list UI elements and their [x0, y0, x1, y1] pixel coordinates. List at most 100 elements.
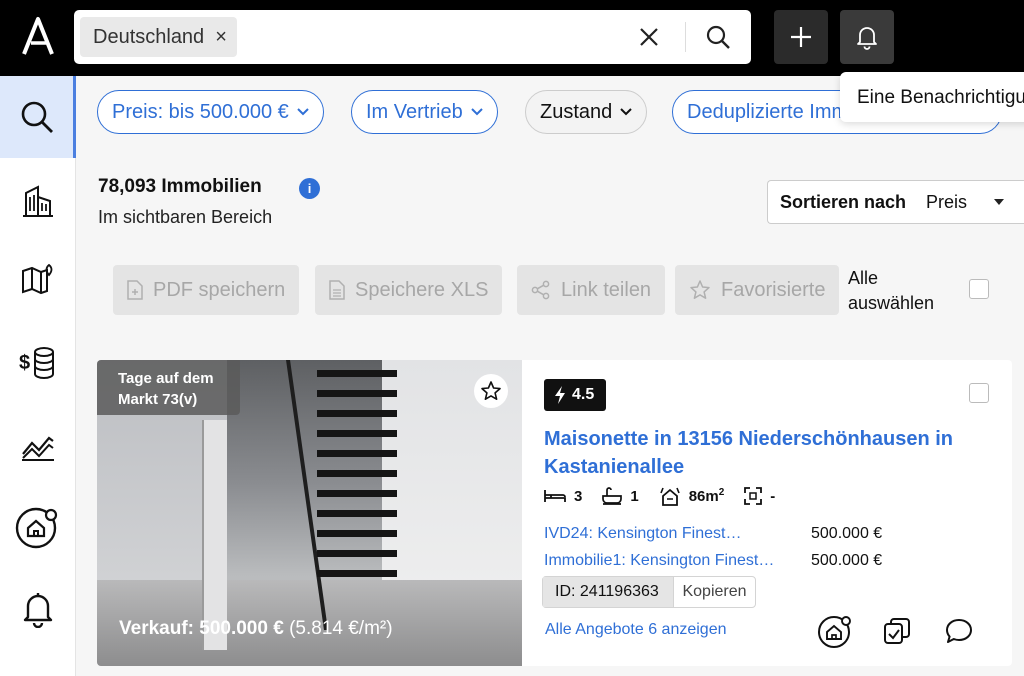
filter-condition[interactable]: Zustand	[525, 90, 648, 134]
location-chip[interactable]: Deutschland ×	[80, 17, 237, 57]
favorites-button[interactable]: Favorisierte	[675, 265, 840, 315]
photo-stair-step	[317, 370, 397, 377]
sidebar-item-finance[interactable]: $	[0, 322, 76, 404]
filter-price-label: Preis: bis 500.000 €	[112, 100, 289, 123]
source-link-ivd24[interactable]: IVD24: Kensington Finest…	[544, 525, 741, 543]
photo-stair-step	[317, 550, 397, 557]
top-bar: Deutschland ×	[0, 0, 1024, 76]
listing-features: 3 1 86m2 -	[544, 486, 795, 506]
map-icon	[22, 263, 53, 295]
area-icon	[659, 487, 680, 506]
notification-popup[interactable]: Eine Benachrichtigung	[840, 72, 1024, 122]
bell-icon	[23, 593, 53, 628]
search-icon	[21, 101, 53, 133]
plot-icon	[744, 487, 763, 505]
feature-bathrooms: 1	[602, 487, 639, 505]
chart-icon	[22, 436, 54, 461]
source-price-immobilie1: 500.000 €	[811, 552, 883, 569]
caret-down-icon	[994, 194, 1004, 208]
score-value: 4.5	[572, 386, 595, 403]
listing-price-per-sqm: (5.814 €/m²)	[289, 618, 393, 639]
photo-door	[202, 420, 227, 650]
score-badge: 4.5	[544, 379, 607, 411]
chip-remove-icon[interactable]: ×	[215, 26, 227, 49]
select-all-checkbox[interactable]	[969, 279, 989, 299]
listing-checkbox[interactable]	[969, 383, 989, 403]
share-icon	[531, 280, 550, 300]
photo-stair-step	[317, 570, 397, 577]
listing-title[interactable]: Maisonette in 13156 Niederschönhausen in…	[544, 425, 974, 481]
bolt-icon	[555, 386, 565, 404]
building-icon	[23, 185, 53, 217]
filter-status-label: Im Vertrieb	[366, 100, 463, 123]
photo-stair-step	[317, 450, 397, 457]
notifications-button[interactable]	[840, 10, 894, 64]
filter-status[interactable]: Im Vertrieb	[351, 90, 498, 134]
sidebar-item-home-valuation[interactable]	[0, 486, 76, 568]
star-icon	[481, 381, 501, 400]
filter-condition-label: Zustand	[540, 100, 613, 123]
sidebar-item-alerts[interactable]	[0, 568, 76, 650]
logo-icon[interactable]	[20, 16, 56, 56]
sort-value: Preis	[926, 191, 968, 212]
filter-price[interactable]: Preis: bis 500.000 €	[97, 90, 324, 134]
all-offers-link[interactable]: Alle Angebote 6 anzeigen	[545, 621, 726, 639]
star-icon	[690, 280, 710, 299]
bathrooms-value: 1	[630, 487, 639, 505]
save-pdf-label: PDF speichern	[153, 278, 286, 301]
search-icon	[706, 25, 730, 49]
favorite-button[interactable]	[474, 374, 508, 408]
share-link-button[interactable]: Link teilen	[517, 265, 666, 315]
file-xls-icon	[329, 280, 345, 300]
valuation-button[interactable]	[817, 613, 853, 649]
sidebar-item-map[interactable]	[0, 239, 76, 321]
search-button[interactable]	[702, 21, 734, 53]
money-stack-icon: $	[19, 347, 54, 379]
search-bar[interactable]: Deutschland ×	[74, 10, 751, 64]
save-xls-button[interactable]: Speichere XLS	[315, 265, 503, 315]
svg-text:$: $	[19, 352, 30, 374]
sidebar-item-analytics[interactable]	[0, 405, 76, 487]
chevron-down-icon	[470, 105, 483, 119]
sidebar: $	[0, 76, 76, 676]
photo-stair-step	[317, 410, 397, 417]
sort-select[interactable]: Sortieren nach Preis	[767, 180, 1024, 224]
listing-photo[interactable]: Tage auf dem Markt 73(v) Verkauf: 500.00…	[97, 360, 522, 666]
area-number: 86m	[688, 488, 719, 505]
bath-icon	[602, 487, 623, 505]
sidebar-item-buildings[interactable]	[0, 160, 76, 242]
source-link-immobilie1[interactable]: Immobilie1: Kensington Finest…	[544, 552, 774, 570]
search-divider	[685, 22, 686, 52]
listing-id-box: ID: 241196363 Kopieren	[542, 576, 756, 608]
feature-area: 86m2	[659, 486, 725, 506]
photo-stair-step	[317, 530, 397, 537]
feature-bedrooms: 3	[544, 488, 582, 505]
comment-button[interactable]	[941, 613, 977, 649]
photo-stair-step	[317, 470, 397, 477]
sidebar-item-search[interactable]	[0, 76, 76, 158]
home-badge-icon	[818, 616, 851, 648]
results-count: 78,093 Immobilien	[98, 176, 262, 197]
select-all-line2: auswählen	[848, 293, 935, 313]
listing-card[interactable]: Tage auf dem Markt 73(v) Verkauf: 500.00…	[97, 360, 1012, 666]
chevron-down-icon	[297, 105, 309, 119]
photo-stair-step	[317, 430, 397, 437]
listing-price-value: Verkauf: 500.000 €	[119, 618, 284, 639]
area-value: 86m2	[689, 487, 725, 505]
copy-check-icon	[884, 618, 910, 644]
copy-id-button[interactable]: Kopieren	[673, 577, 755, 607]
add-button[interactable]	[774, 10, 828, 64]
info-icon[interactable]: i	[299, 178, 320, 199]
save-pdf-button[interactable]: PDF speichern	[113, 265, 300, 315]
clear-search-button[interactable]	[634, 22, 664, 52]
chevron-down-icon	[620, 105, 632, 119]
home-badge-icon	[15, 507, 58, 549]
select-all-label: Alle auswählen	[848, 266, 934, 316]
source-price-ivd24: 500.000 €	[811, 525, 883, 542]
feature-plot: -	[744, 487, 775, 505]
bed-icon	[544, 490, 566, 502]
compare-button[interactable]	[879, 613, 915, 649]
bell-icon	[857, 27, 877, 50]
photo-stair-step	[317, 490, 397, 497]
bedrooms-value: 3	[574, 487, 583, 505]
